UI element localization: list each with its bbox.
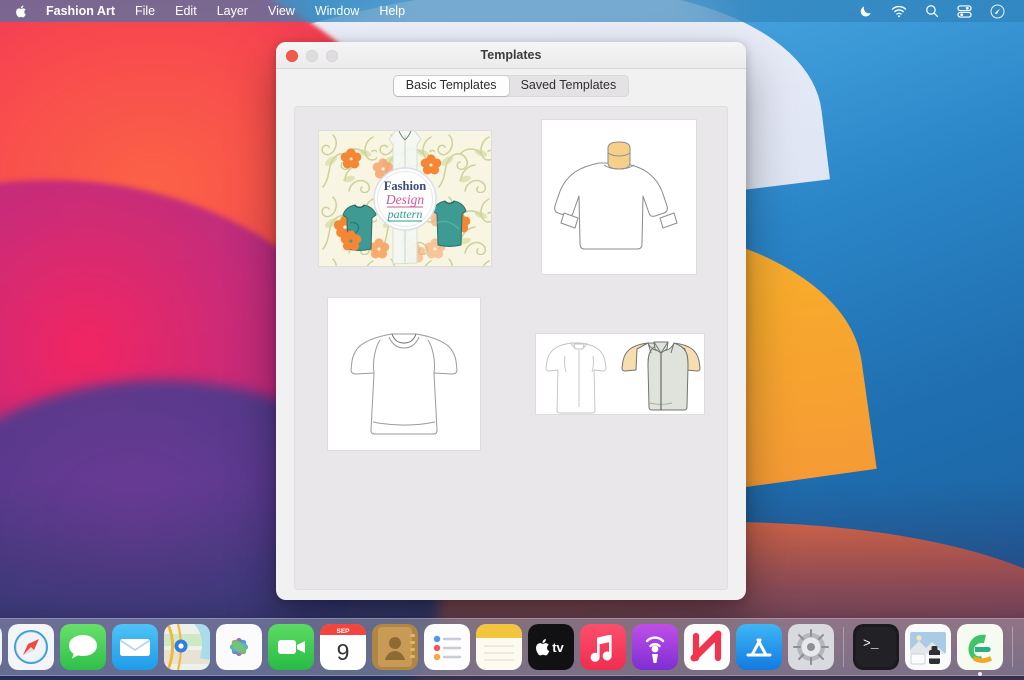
menu-bar: Fashion Art File Edit Layer View Window …: [0, 0, 1024, 22]
wifi-icon[interactable]: [882, 0, 916, 22]
dock-item-app-store[interactable]: [736, 624, 782, 670]
menu-item-window[interactable]: Window: [305, 0, 369, 22]
dock-item-news[interactable]: [684, 624, 730, 670]
svg-text:Design: Design: [385, 192, 424, 207]
calendar-day: 9: [337, 639, 350, 665]
dock: SEP 9: [0, 618, 1024, 676]
menu-item-file[interactable]: File: [125, 0, 165, 22]
dock-item-notes[interactable]: [476, 624, 522, 670]
template-thumbnail-turtleneck-sweater[interactable]: [542, 120, 696, 274]
menu-item-fashion-art[interactable]: Fashion Art: [36, 0, 125, 22]
maximize-button[interactable]: [326, 50, 338, 62]
dock-separator: [1012, 627, 1013, 667]
traffic-lights: [286, 42, 338, 69]
svg-text:Fashion: Fashion: [384, 179, 426, 193]
window-title-bar[interactable]: Templates: [276, 42, 746, 69]
menu-item-edit[interactable]: Edit: [165, 0, 207, 22]
dock-item-photos[interactable]: [216, 624, 262, 670]
dock-item-preview[interactable]: [905, 624, 951, 670]
close-button[interactable]: [286, 50, 298, 62]
menu-item-layer[interactable]: Layer: [207, 0, 258, 22]
apple-tv-label: tv: [552, 640, 564, 655]
template-tabs: Basic Templates Saved Templates: [276, 69, 746, 103]
menu-item-help[interactable]: Help: [369, 0, 415, 22]
dock-item-music[interactable]: [580, 624, 626, 670]
tab-basic-templates[interactable]: Basic Templates: [394, 76, 509, 96]
template-thumbnail-tshirt[interactable]: [328, 298, 480, 450]
apple-logo-icon[interactable]: [8, 4, 36, 19]
dock-item-contacts[interactable]: [372, 624, 418, 670]
menu-item-view[interactable]: View: [258, 0, 305, 22]
templates-grid: Fashion Design pattern: [294, 106, 728, 590]
svg-text:>_: >_: [863, 636, 879, 651]
segmented-control: Basic Templates Saved Templates: [393, 75, 629, 97]
dock-item-system-preferences[interactable]: [788, 624, 834, 670]
dark-mode-moon-icon[interactable]: [850, 0, 882, 22]
siri-icon[interactable]: [981, 0, 1014, 22]
minimize-button[interactable]: [306, 50, 318, 62]
calendar-month: SEP: [336, 628, 350, 635]
dock-item-terminal[interactable]: >_: [853, 624, 899, 670]
dock-item-apple-tv[interactable]: tv: [528, 624, 574, 670]
dock-item-podcasts[interactable]: [632, 624, 678, 670]
running-indicator: [978, 672, 982, 676]
page-title: Templates: [276, 48, 746, 62]
dock-item-mail[interactable]: [112, 624, 158, 670]
dock-item-launchpad[interactable]: [0, 624, 2, 670]
dock-item-maps[interactable]: [164, 624, 210, 670]
dock-item-safari[interactable]: [8, 624, 54, 670]
svg-text:pattern: pattern: [387, 207, 423, 221]
dock-item-calendar[interactable]: SEP 9: [320, 624, 366, 670]
dock-item-reminders[interactable]: [424, 624, 470, 670]
dock-item-fashion-art[interactable]: [957, 624, 1003, 670]
control-center-icon[interactable]: [948, 0, 981, 22]
spotlight-search-icon[interactable]: [916, 0, 948, 22]
templates-window[interactable]: Templates Basic Templates Saved Template…: [276, 42, 746, 600]
dock-item-facetime[interactable]: [268, 624, 314, 670]
template-thumbnail-fashion-design-pattern[interactable]: Fashion Design pattern: [319, 131, 491, 266]
dock-separator: [843, 627, 844, 667]
dock-item-messages[interactable]: [60, 624, 106, 670]
tab-saved-templates[interactable]: Saved Templates: [509, 76, 629, 96]
template-thumbnail-short-sleeve-shirt-pair[interactable]: [536, 334, 704, 414]
